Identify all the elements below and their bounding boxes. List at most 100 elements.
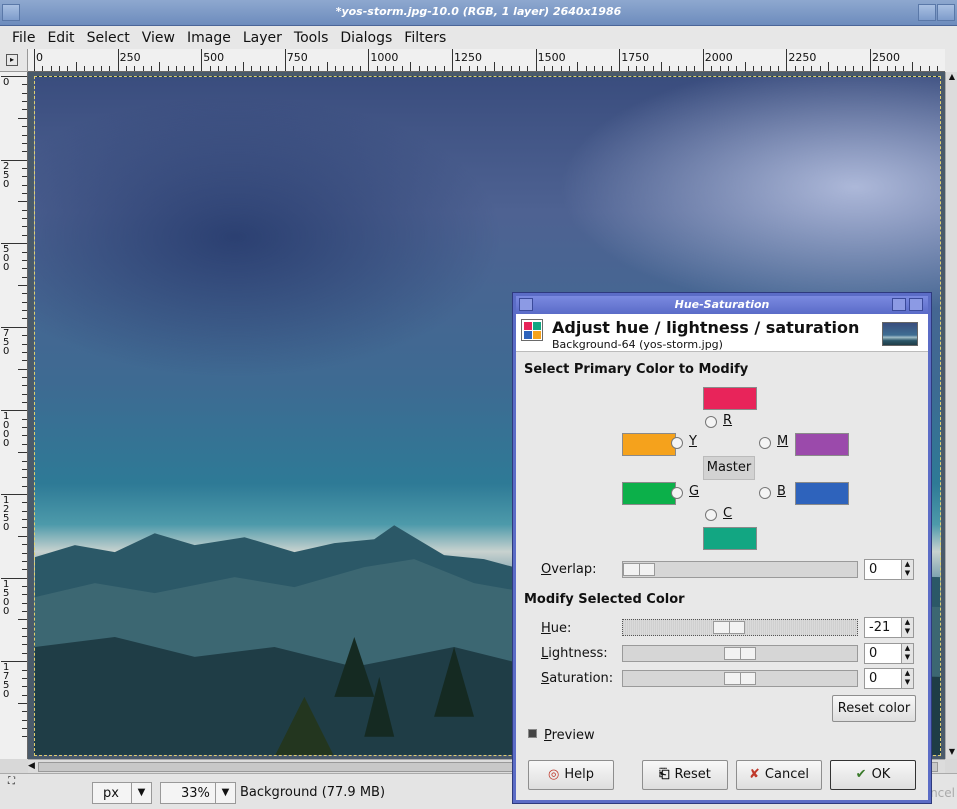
scroll-left-icon[interactable]: ◀ xyxy=(28,761,35,771)
lightness-label: Lightness: xyxy=(541,646,608,661)
status-message: Background (77.9 MB) xyxy=(240,785,386,800)
magenta-swatch[interactable] xyxy=(795,433,849,456)
preview-checkbox[interactable] xyxy=(528,729,537,738)
saturation-slider-handle[interactable] xyxy=(724,672,756,685)
menu-filters[interactable]: Filters xyxy=(398,30,452,46)
ok-button[interactable]: ✔ OK xyxy=(830,760,916,790)
lightness-slider[interactable] xyxy=(622,645,858,662)
lightness-value: 0 xyxy=(869,646,878,661)
cancel-button[interactable]: ✘ Cancel xyxy=(736,760,822,790)
dialog-subheading: Background-64 (yos-storm.jpg) xyxy=(552,338,723,351)
reset-icon: ⎗ xyxy=(659,767,670,782)
menu-edit[interactable]: Edit xyxy=(41,30,80,46)
zoom-selector[interactable]: 33% ▼ xyxy=(160,782,236,804)
master-button[interactable]: Master xyxy=(703,456,755,480)
magenta-label[interactable]: M xyxy=(777,434,788,449)
minimize-button[interactable] xyxy=(918,4,936,21)
ruler-label: 1750 xyxy=(3,662,10,701)
window-titlebar[interactable]: *yos-storm.jpg-10.0 (RGB, 1 layer) 2640x… xyxy=(0,0,957,26)
reset-color-button[interactable]: Reset color xyxy=(832,695,916,722)
unit-value: px xyxy=(103,786,119,801)
chevron-down-icon[interactable]: ▼ xyxy=(215,783,235,803)
lightness-spinbox[interactable]: 0 ▲ ▼ xyxy=(864,643,914,664)
green-radio[interactable] xyxy=(671,487,683,499)
unit-selector[interactable]: px ▼ xyxy=(92,782,152,804)
ruler-label: 0 xyxy=(3,77,10,88)
saturation-spinbox[interactable]: 0 ▲ ▼ xyxy=(864,668,914,689)
hue-value: -21 xyxy=(869,620,891,635)
hue-spinbox[interactable]: -21 ▲ ▼ xyxy=(864,617,914,638)
blue-swatch[interactable] xyxy=(795,482,849,505)
dialog-titlebar[interactable]: Hue-Saturation xyxy=(516,296,928,314)
hue-saturation-dialog: Hue-Saturation Adjust hue / lightness / … xyxy=(513,293,931,803)
lightness-slider-handle[interactable] xyxy=(724,647,756,660)
red-label[interactable]: R xyxy=(723,413,732,428)
ruler-label: 500 xyxy=(203,51,225,64)
ruler-corner[interactable]: ▸ xyxy=(0,49,28,72)
blue-label[interactable]: B xyxy=(777,484,786,499)
zoom-fit-icon[interactable]: ⛶ xyxy=(8,776,15,787)
spin-arrows-icon[interactable]: ▲ ▼ xyxy=(901,560,913,579)
menu-view[interactable]: View xyxy=(136,30,181,46)
status-cancel-button[interactable]: ncel xyxy=(930,786,955,800)
yellow-label[interactable]: Y xyxy=(689,434,697,449)
cyan-radio[interactable] xyxy=(705,509,717,521)
hue-slider[interactable] xyxy=(622,619,858,636)
zoom-value: 33% xyxy=(181,786,210,801)
scroll-down-icon[interactable]: ▼ xyxy=(947,747,957,759)
menu-bar: File Edit Select View Image Layer Tools … xyxy=(0,26,957,49)
ruler-label: 1000 xyxy=(3,411,10,450)
saturation-slider[interactable] xyxy=(622,670,858,687)
vertical-ruler[interactable]: 0 250 500 750 1000 1250 1500 1750 xyxy=(0,72,28,759)
dialog-maximize-button[interactable] xyxy=(892,298,906,311)
reset-button[interactable]: ⎗ Reset xyxy=(642,760,728,790)
menu-select[interactable]: Select xyxy=(81,30,136,46)
yellow-radio[interactable] xyxy=(671,437,683,449)
blue-radio[interactable] xyxy=(759,487,771,499)
chevron-down-icon[interactable]: ▼ xyxy=(131,783,151,803)
spin-arrows-icon[interactable]: ▲ ▼ xyxy=(901,618,913,637)
overlap-slider-handle[interactable] xyxy=(623,563,655,576)
cyan-label[interactable]: C xyxy=(723,506,732,521)
menu-layer[interactable]: Layer xyxy=(237,30,288,46)
scroll-up-icon[interactable]: ▲ xyxy=(947,72,957,84)
spin-arrows-icon[interactable]: ▲ ▼ xyxy=(901,644,913,663)
help-label: Help xyxy=(564,767,594,782)
spin-arrows-icon[interactable]: ▲ ▼ xyxy=(901,669,913,688)
menu-file[interactable]: File xyxy=(6,30,41,46)
saturation-label: Saturation: xyxy=(541,671,614,686)
navigate-icon[interactable]: ▸ xyxy=(6,54,18,66)
reset-label: Reset xyxy=(674,767,711,782)
menu-tools[interactable]: Tools xyxy=(288,30,335,46)
dialog-menu-button[interactable] xyxy=(519,298,533,311)
green-swatch[interactable] xyxy=(622,482,676,505)
magenta-radio[interactable] xyxy=(759,437,771,449)
saturation-value: 0 xyxy=(869,671,878,686)
help-button[interactable]: ◎ Help xyxy=(528,760,614,790)
green-label[interactable]: G xyxy=(689,484,699,499)
menu-image[interactable]: Image xyxy=(181,30,237,46)
vertical-scrollbar[interactable]: ▲ ▼ xyxy=(945,72,957,759)
overlap-spinbox[interactable]: 0 ▲ ▼ xyxy=(864,559,914,580)
ruler-label: 1250 xyxy=(3,495,10,533)
lifebuoy-icon: ◎ xyxy=(548,767,560,782)
yellow-swatch[interactable] xyxy=(622,433,676,456)
overlap-label: Overlap: xyxy=(541,562,597,577)
dialog-close-button[interactable] xyxy=(909,298,923,311)
quick-mask-button[interactable] xyxy=(945,49,957,72)
red-radio[interactable] xyxy=(705,416,717,428)
ruler-label: 1000 xyxy=(370,51,399,64)
close-button[interactable] xyxy=(937,4,955,21)
red-swatch[interactable] xyxy=(703,387,757,410)
dialog-header: Adjust hue / lightness / saturation Back… xyxy=(516,314,928,352)
cyan-swatch[interactable] xyxy=(703,527,757,550)
overlap-slider[interactable] xyxy=(622,561,858,578)
menu-dialogs[interactable]: Dialogs xyxy=(334,30,398,46)
ruler-label: 250 xyxy=(119,51,141,64)
preview-label[interactable]: Preview xyxy=(544,728,595,743)
hue-label: Hue: xyxy=(541,621,572,636)
hue-slider-handle[interactable] xyxy=(713,621,745,634)
image-thumbnail xyxy=(882,322,918,346)
horizontal-ruler[interactable]: 0 250 500 750 1000 1250 1500 1750 2000 2250 2500 xyxy=(28,49,945,72)
ruler-label: 0 xyxy=(36,51,43,64)
